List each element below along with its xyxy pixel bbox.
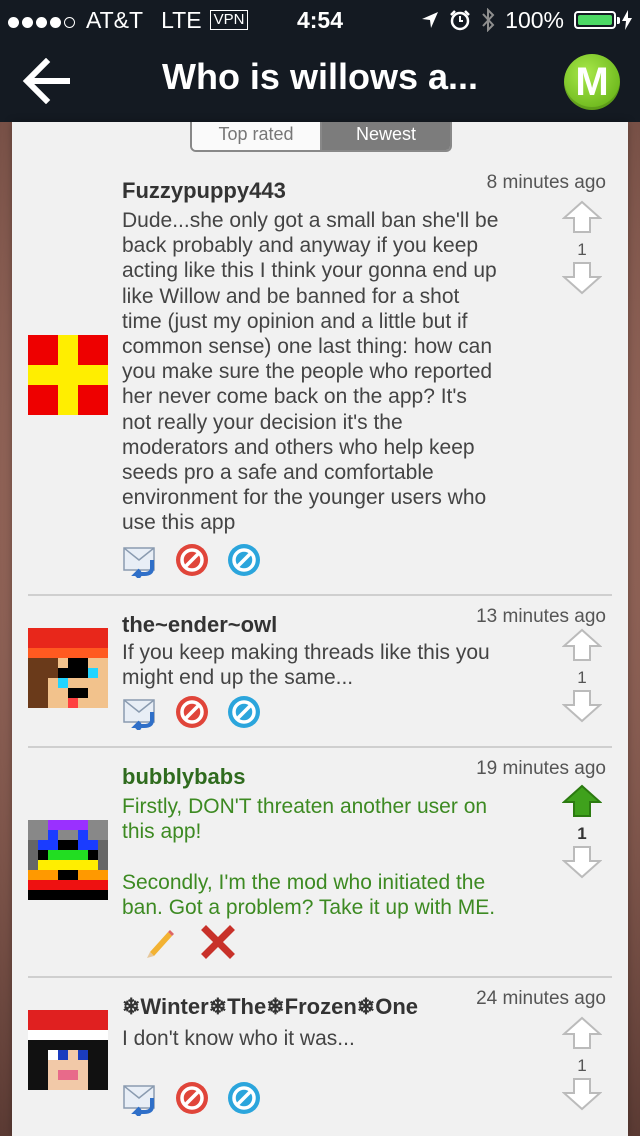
comment-author[interactable]: bubblybabs [122, 764, 245, 790]
edit-icon[interactable] [142, 924, 178, 960]
avatar[interactable] [28, 820, 108, 900]
avatar[interactable] [28, 335, 108, 415]
comment-item: the~ender~owl 13 minutes ago If you keep… [28, 596, 612, 744]
bluetooth-icon [482, 8, 495, 32]
upvote-arrow-icon[interactable] [561, 1016, 603, 1050]
delete-icon[interactable] [200, 924, 236, 960]
upvote-arrow-icon[interactable] [561, 784, 603, 818]
charging-icon [622, 10, 632, 30]
comment-time: 19 minutes ago [476, 758, 606, 779]
battery-icon [574, 11, 620, 29]
report-icon[interactable] [174, 694, 210, 730]
downvote-arrow-icon[interactable] [561, 845, 603, 879]
comment-text: Dude...she only got a small ban she'll b… [122, 209, 499, 535]
report-icon[interactable] [174, 1080, 210, 1116]
block-icon[interactable] [226, 1080, 262, 1116]
nav-bar: Who is willows a... M [0, 40, 640, 122]
comment-time: 24 minutes ago [476, 988, 606, 1009]
vote-count: 1 [577, 240, 587, 259]
comment-actions [122, 1080, 262, 1116]
back-arrow-icon[interactable] [22, 58, 72, 104]
downvote-arrow-icon[interactable] [561, 261, 603, 295]
vote-count: 1 [577, 1056, 587, 1075]
location-icon [422, 12, 439, 28]
app-logo[interactable]: M [564, 54, 620, 110]
comment-time: 13 minutes ago [476, 606, 606, 627]
avatar[interactable] [28, 1010, 108, 1090]
vote-control: 1 [561, 784, 603, 884]
comment-actions [122, 694, 262, 730]
comment-item: ❄Winter❄The❄Frozen❄One 24 minutes ago I … [28, 978, 612, 1136]
comment-author[interactable]: ❄Winter❄The❄Frozen❄One [122, 994, 418, 1020]
tab-newest[interactable]: Newest [322, 122, 450, 150]
tab-top-rated[interactable]: Top rated [192, 122, 322, 150]
reply-icon[interactable] [122, 694, 158, 730]
comment-time: 8 minutes ago [486, 172, 606, 193]
status-bar: AT&T LTE VPN 4:54 100% [0, 0, 640, 40]
upvote-arrow-icon[interactable] [561, 628, 603, 662]
sort-segmented-control: Top rated Newest [190, 122, 452, 152]
avatar[interactable] [28, 628, 108, 708]
comments-panel: Top rated Newest Fuzzypuppy443 8 minutes… [12, 122, 628, 1136]
block-icon[interactable] [226, 542, 262, 578]
comment-author[interactable]: the~ender~owl [122, 612, 277, 638]
vote-control: 1 [561, 1016, 603, 1116]
comment-actions [142, 924, 236, 960]
block-icon[interactable] [226, 694, 262, 730]
comment-actions [122, 542, 262, 578]
status-right: 100% [421, 7, 632, 34]
alarm-icon [450, 10, 471, 31]
vote-count: 1 [577, 824, 587, 843]
page-title: Who is willows a... [161, 56, 479, 97]
upvote-arrow-icon[interactable] [561, 200, 603, 234]
vote-control: 1 [561, 200, 603, 300]
comment-item: bubblybabs 19 minutes ago Firstly, DON'T… [28, 748, 612, 974]
vote-count: 1 [577, 668, 587, 687]
downvote-arrow-icon[interactable] [561, 689, 603, 723]
comment-item: Fuzzypuppy443 8 minutes ago Dude...she o… [28, 162, 612, 592]
reply-icon[interactable] [122, 1080, 158, 1116]
comment-text: Firstly, DON'T threaten another user on … [122, 795, 496, 919]
downvote-arrow-icon[interactable] [561, 1077, 603, 1111]
comment-text: I don't know who it was... [122, 1027, 355, 1050]
comment-text: If you keep making threads like this you… [122, 641, 490, 690]
vote-control: 1 [561, 628, 603, 728]
report-icon[interactable] [174, 542, 210, 578]
reply-icon[interactable] [122, 542, 158, 578]
battery-percent: 100% [505, 6, 564, 33]
comment-author[interactable]: Fuzzypuppy443 [122, 178, 286, 204]
